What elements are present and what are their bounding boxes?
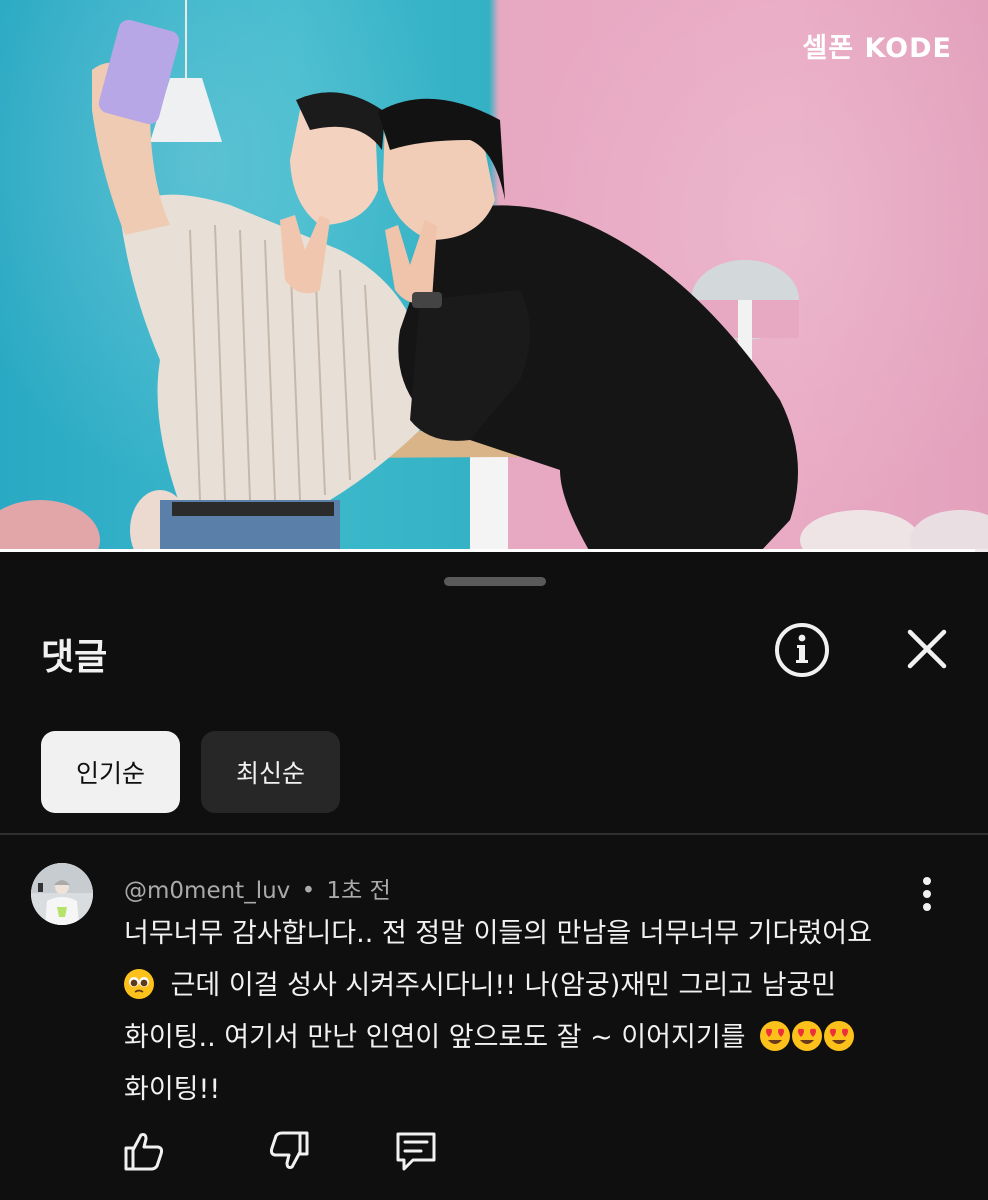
sort-tab-popular[interactable]: 인기순 xyxy=(41,731,180,813)
divider xyxy=(0,833,988,835)
heart-eyes-group xyxy=(760,1021,856,1053)
comment-line-3-wrapper: 화이팅.. 여기서 만난 인연이 앞으로도 잘 ~ 이어지기를 xyxy=(124,1012,914,1064)
thumbs-up-icon xyxy=(124,1133,164,1171)
sheet-title: 댓글 xyxy=(41,637,108,678)
reply-button[interactable] xyxy=(393,1128,439,1174)
comment-line-1: 너무너무 감사합니다.. 전 정말 이들의 만남을 너무너무 기다렸어요 xyxy=(124,918,872,949)
comments-sheet: 댓글 인기순 최신순 @m0ment_luv • 1초 전 너무너무 감사합니다… xyxy=(0,556,988,1200)
comment-header: @m0ment_luv • 1초 전 xyxy=(124,871,391,905)
more-options-button[interactable] xyxy=(910,874,944,914)
video-progress-bar[interactable] xyxy=(0,549,988,552)
sort-tab-newest[interactable]: 최신순 xyxy=(201,731,340,813)
close-icon xyxy=(907,629,947,669)
close-button[interactable] xyxy=(898,620,958,680)
more-vert-icon xyxy=(923,877,931,911)
meta-separator: • xyxy=(301,878,316,904)
video-player[interactable]: 셀폰 KODE xyxy=(0,0,988,552)
comment-author[interactable]: @m0ment_luv xyxy=(124,878,290,904)
comment-line-4: 화이팅!! xyxy=(124,1074,221,1105)
drag-handle[interactable] xyxy=(444,577,546,586)
thumbs-down-icon xyxy=(269,1131,309,1169)
video-progress-fill xyxy=(0,549,976,552)
heart-eyes-icon xyxy=(760,1021,791,1051)
heart-eyes-icon xyxy=(824,1021,855,1051)
comment-line-2: 근데 이걸 성사 시켜주시다니!! 나(암궁)재민 그리고 남궁민 xyxy=(170,970,837,1001)
heart-eyes-icon xyxy=(792,1021,823,1051)
comment-line-3: 화이팅.. 여기서 만난 인연이 앞으로도 잘 ~ 이어지기를 xyxy=(124,1022,746,1053)
channel-logo: 셀폰 KODE xyxy=(802,33,952,64)
video-scene xyxy=(0,0,988,552)
dislike-button[interactable] xyxy=(266,1128,312,1174)
like-button[interactable] xyxy=(121,1128,167,1174)
comment-line-2-wrapper: 근데 이걸 성사 시켜주시다니!! 나(암궁)재민 그리고 남궁민 xyxy=(124,960,914,1012)
avatar[interactable] xyxy=(31,863,93,925)
comment-time: 1초 전 xyxy=(326,878,391,904)
comment-text: 너무너무 감사합니다.. 전 정말 이들의 만남을 너무너무 기다렸어요 근데 … xyxy=(124,908,914,1116)
avatar-image xyxy=(31,863,93,925)
reply-icon xyxy=(396,1132,436,1171)
info-icon xyxy=(775,623,829,677)
info-button[interactable] xyxy=(772,620,832,680)
pleading-face-icon xyxy=(124,969,154,999)
